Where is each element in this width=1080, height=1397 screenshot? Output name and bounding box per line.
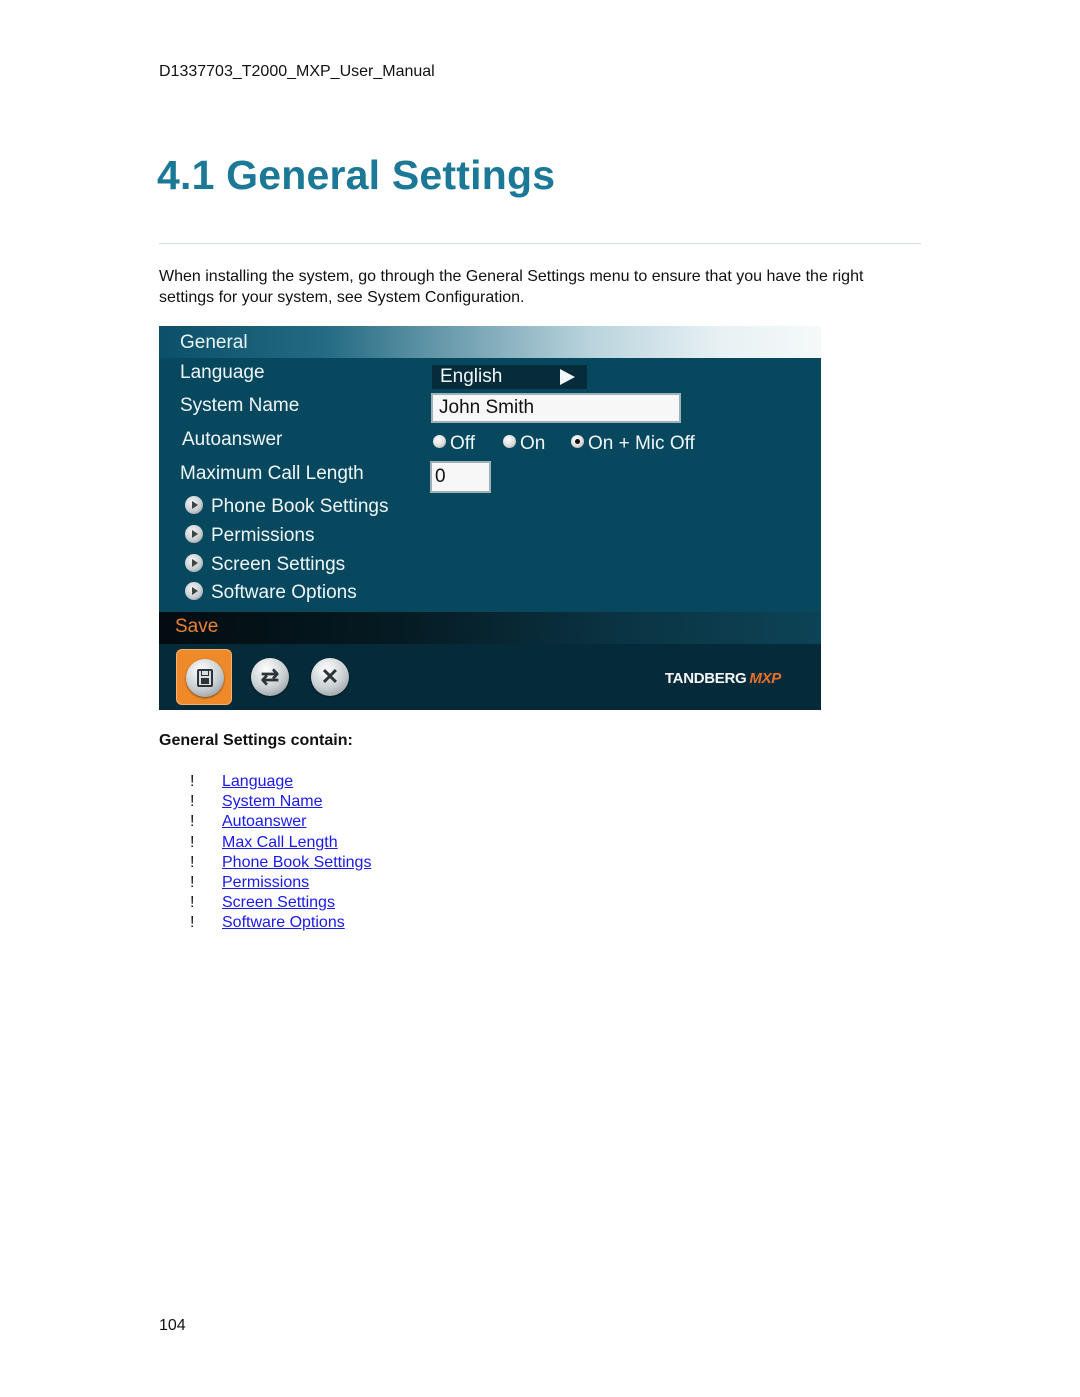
list-item: ! Screen Settings [190, 893, 371, 913]
contents-link-list: ! Language ! System Name ! Autoanswer ! Max … [190, 772, 371, 934]
close-icon: ✕ [320, 664, 340, 689]
toolbar: ⇄ ✕ TANDBERG MXP [159, 644, 821, 710]
radio-label: On + Mic Off [588, 433, 695, 454]
bullet-marker: ! [190, 853, 195, 871]
tandberg-logo: TANDBERG MXP [665, 670, 781, 687]
panel-header: General [159, 326, 821, 358]
document-header: D1337703_T2000_MXP_User_Manual [159, 63, 435, 80]
link-permissions[interactable]: Permissions [222, 874, 309, 891]
submenu-permissions[interactable]: Permissions [185, 524, 315, 547]
link-autoanswer[interactable]: Autoanswer [222, 813, 307, 830]
list-item: ! System Name [190, 792, 371, 812]
reset-button[interactable]: ⇄ [242, 649, 298, 705]
list-item: ! Max Call Length [190, 833, 371, 853]
submenu-label: Permissions [211, 525, 315, 546]
brand-product: MXP [749, 670, 781, 687]
general-settings-screenshot: General Language English System Name Aut… [159, 326, 821, 710]
list-item: ! Permissions [190, 873, 371, 893]
list-item: ! Software Options [190, 913, 371, 933]
link-software-options[interactable]: Software Options [222, 914, 345, 931]
system-name-input[interactable] [431, 393, 681, 423]
list-item: ! Phone Book Settings [190, 853, 371, 873]
contents-heading: General Settings contain: [159, 732, 353, 749]
action-bar-label: Save [175, 616, 219, 637]
link-system-name[interactable]: System Name [222, 793, 322, 810]
play-bullet-icon [185, 581, 203, 600]
bullet-marker: ! [190, 813, 195, 831]
max-call-length-label: Maximum Call Length [180, 463, 364, 484]
bullet-marker: ! [190, 793, 195, 811]
panel-header-title: General [180, 332, 248, 353]
arrow-right-icon [560, 369, 575, 385]
page-number: 104 [159, 1317, 186, 1334]
bullet-marker: ! [190, 833, 195, 851]
autoanswer-radio-off[interactable]: Off [433, 433, 475, 455]
radio-checked-icon [571, 435, 584, 449]
submenu-label: Phone Book Settings [211, 496, 389, 517]
save-button[interactable] [176, 649, 232, 705]
list-item: ! Autoanswer [190, 812, 371, 832]
submenu-software-options[interactable]: Software Options [185, 581, 357, 604]
play-bullet-icon [185, 553, 203, 572]
link-language[interactable]: Language [222, 773, 293, 790]
title-divider [159, 243, 921, 244]
system-name-label: System Name [180, 395, 300, 416]
autoanswer-radio-on[interactable]: On [503, 433, 545, 455]
bullet-marker: ! [190, 873, 195, 891]
bullet-marker: ! [190, 894, 195, 912]
radio-unchecked-icon [503, 435, 516, 449]
link-screen-settings[interactable]: Screen Settings [222, 894, 335, 911]
language-select[interactable]: English [432, 365, 587, 389]
autoanswer-label: Autoanswer [182, 429, 283, 450]
action-bar: Save [159, 612, 821, 644]
floppy-disk-icon [197, 669, 213, 687]
brand-name: TANDBERG [664, 670, 747, 687]
language-label: Language [180, 362, 265, 383]
radio-unchecked-icon [433, 435, 446, 449]
language-value: English [440, 366, 503, 387]
link-phone-book-settings[interactable]: Phone Book Settings [222, 854, 371, 871]
max-call-length-input[interactable] [430, 461, 491, 493]
section-title: 4.1 General Settings [157, 152, 556, 198]
link-max-call-length[interactable]: Max Call Length [222, 834, 338, 851]
intro-paragraph: When installing the system, go through t… [159, 268, 864, 306]
bullet-marker: ! [190, 773, 195, 790]
cancel-button[interactable]: ✕ [302, 649, 358, 705]
list-item: ! Language [190, 772, 371, 792]
submenu-screen-settings[interactable]: Screen Settings [185, 553, 346, 576]
refresh-icon: ⇄ [260, 664, 280, 689]
bullet-marker: ! [190, 914, 195, 932]
submenu-label: Software Options [211, 582, 357, 603]
play-bullet-icon [185, 524, 203, 543]
radio-label: On [520, 433, 546, 454]
submenu-label: Screen Settings [211, 554, 346, 575]
radio-label: Off [450, 433, 475, 454]
submenu-phone-book-settings[interactable]: Phone Book Settings [185, 495, 389, 518]
play-bullet-icon [185, 495, 203, 514]
autoanswer-radio-on-mic-off[interactable]: On + Mic Off [571, 433, 695, 455]
